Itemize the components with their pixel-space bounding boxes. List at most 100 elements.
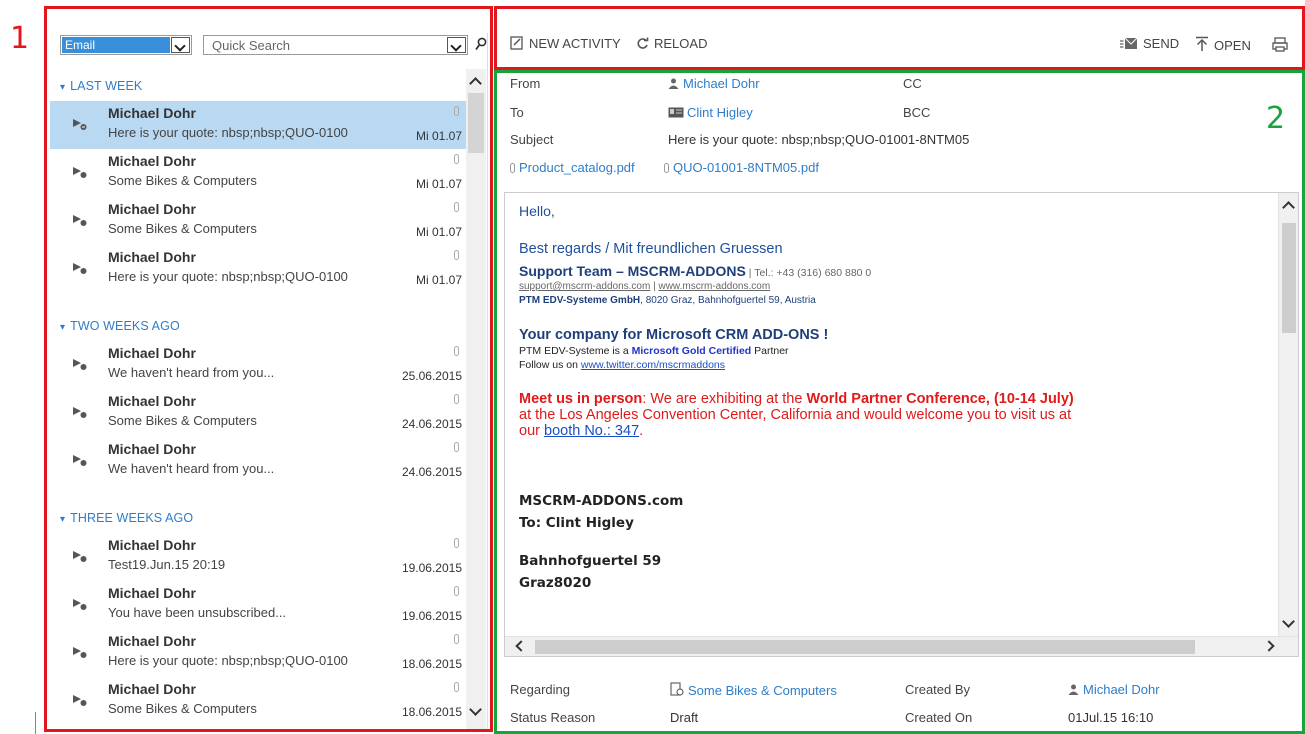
body-company-name: PTM EDV-Systeme GmbH	[519, 295, 641, 306]
send-button[interactable]: SEND	[1120, 36, 1179, 51]
email-subject: Test19.Jun.15 20:19	[108, 557, 226, 572]
attachment-icon	[454, 442, 459, 452]
scroll-down-icon[interactable]	[469, 703, 482, 716]
created-by-name: Michael Dohr	[1083, 682, 1160, 697]
to-name: Clint Higley	[687, 105, 753, 120]
scroll-up-icon[interactable]	[1282, 201, 1295, 214]
list-item[interactable]: Michael Dohr Some Bikes & Computers 24.0…	[50, 389, 466, 437]
body-telephone: | Tel.: +43 (316) 680 880 0	[745, 267, 872, 279]
email-date: 24.06.2015	[401, 465, 462, 479]
subject-label: Subject	[510, 132, 554, 147]
group-header-two-weeks-ago[interactable]: TWO WEEKS AGO	[60, 319, 180, 337]
signature-company: MSCRM-ADDONS.com	[519, 493, 684, 509]
body-address: PTM EDV-Systeme GmbH, 8020 Graz, Bahnhof…	[519, 295, 816, 306]
list-item[interactable]: Michael Dohr Here is your quote: nbsp;nb…	[50, 245, 466, 293]
annotation-label-1: 1	[10, 21, 30, 56]
email-list: LAST WEEK Michael Dohr Here is your quot…	[50, 69, 466, 729]
regarding-label: Regarding	[510, 682, 570, 697]
partner-prefix: PTM EDV-Systeme is a	[519, 345, 632, 357]
email-date: Mi 01.07	[415, 225, 462, 239]
email-detail-pane: From Michael Dohr CC To Clint Higley BCC…	[498, 72, 1301, 730]
email-sender: Michael Dohr	[108, 153, 196, 169]
send-label: SEND	[1143, 36, 1180, 51]
attachment-product-catalog[interactable]: Product_catalog.pdf	[510, 160, 635, 175]
website-link[interactable]: www.mscrm-addons.com	[658, 281, 770, 292]
list-scroll-thumb[interactable]	[468, 93, 484, 153]
entity-select[interactable]: Email	[60, 35, 192, 55]
email-body-frame[interactable]: Hello, Best regards / Mit freundlichen G…	[504, 192, 1299, 657]
booth-link[interactable]: booth No.: 347	[544, 423, 639, 439]
email-activity-icon	[73, 263, 87, 274]
status-reason-label: Status Reason	[510, 710, 596, 725]
to-value[interactable]: Clint Higley	[668, 105, 753, 120]
list-item[interactable]: Michael Dohr Test19.Jun.15 20:19 19.06.2…	[50, 533, 466, 581]
attachment-quote-pdf[interactable]: QUO-01001-8NTM05.pdf	[664, 160, 819, 175]
created-by-value[interactable]: Michael Dohr	[1068, 682, 1160, 697]
print-icon[interactable]	[1272, 37, 1288, 52]
search-icon[interactable]	[475, 37, 487, 53]
list-item[interactable]: Michael Dohr You have been unsubscribed.…	[50, 581, 466, 629]
email-sender: Michael Dohr	[108, 633, 196, 649]
email-subject: Some Bikes & Computers	[108, 173, 257, 188]
list-item[interactable]: Michael Dohr We haven't heard from you..…	[50, 437, 466, 485]
chevron-down-icon[interactable]	[171, 37, 190, 53]
body-follow-line: Follow us on www.twitter.com/mscrmaddons	[519, 359, 725, 371]
regarding-value[interactable]: Some Bikes & Computers	[670, 682, 837, 698]
user-icon	[1068, 684, 1079, 695]
body-horizontal-scrollbar[interactable]	[505, 636, 1298, 656]
to-label: To	[510, 105, 524, 120]
email-subject: We haven't heard from you...	[108, 461, 275, 476]
chevron-down-icon[interactable]	[447, 37, 466, 53]
email-sender: Michael Dohr	[108, 201, 196, 217]
reload-label: RELOAD	[654, 36, 708, 51]
group-header-last-week[interactable]: LAST WEEK	[60, 79, 142, 97]
email-date: 18.06.2015	[401, 705, 462, 719]
email-activity-icon	[73, 455, 87, 466]
group-header-three-weeks-ago[interactable]: THREE WEEKS AGO	[60, 511, 193, 529]
body-tagline: Your company for Microsoft CRM ADD-ONS !	[519, 327, 829, 343]
email-list-pane: Email LAST WEEK Michael Dohr Here is you…	[50, 33, 488, 729]
email-activity-icon	[73, 599, 87, 610]
new-activity-icon	[510, 36, 523, 50]
body-hscroll-thumb[interactable]	[535, 640, 1195, 654]
from-value[interactable]: Michael Dohr	[668, 76, 760, 91]
new-activity-button[interactable]: NEW ACTIVITY	[510, 36, 621, 51]
created-on-label: Created On	[905, 710, 973, 725]
scroll-down-icon[interactable]	[1282, 615, 1295, 628]
email-sender: Michael Dohr	[108, 681, 196, 697]
body-vertical-scrollbar[interactable]	[1278, 193, 1298, 638]
follow-prefix: Follow us on	[519, 359, 581, 371]
new-activity-label: NEW ACTIVITY	[529, 36, 621, 51]
cc-label: CC	[903, 76, 922, 91]
support-email-link[interactable]: support@mscrm-addons.com	[519, 281, 650, 292]
open-button[interactable]: OPEN	[1195, 36, 1251, 53]
body-scroll-thumb[interactable]	[1282, 223, 1296, 333]
list-item[interactable]: Michael Dohr We haven't heard from you..…	[50, 341, 466, 389]
quick-search-box[interactable]	[203, 35, 468, 55]
open-icon	[1196, 36, 1208, 51]
reload-button[interactable]: RELOAD	[636, 36, 707, 51]
email-sender: Michael Dohr	[108, 585, 196, 601]
attachment-icon	[454, 202, 459, 212]
list-item[interactable]: Michael Dohr Some Bikes & Computers Mi 0…	[50, 197, 466, 245]
paperclip-icon	[664, 163, 669, 173]
list-item[interactable]: Michael Dohr Here is your quote: nbsp;nb…	[50, 101, 466, 149]
email-activity-icon	[73, 359, 87, 370]
list-item[interactable]: Michael Dohr Some Bikes & Computers Mi 0…	[50, 149, 466, 197]
list-item[interactable]: Michael Dohr Here is your quote: nbsp;nb…	[50, 629, 466, 677]
email-sender: Michael Dohr	[108, 105, 196, 121]
signature-recipient: To: Clint Higley	[519, 515, 634, 531]
attachment-name: QUO-01001-8NTM05.pdf	[673, 160, 819, 175]
attachment-icon	[454, 250, 459, 260]
body-partner-line: PTM EDV-Systeme is a Microsoft Gold Cert…	[519, 345, 789, 357]
email-activity-icon	[73, 551, 87, 562]
scroll-up-icon[interactable]	[469, 77, 482, 90]
list-item[interactable]: Michael Dohr Some Bikes & Computers 18.0…	[50, 677, 466, 725]
list-scrollbar[interactable]	[466, 69, 486, 729]
scroll-right-icon[interactable]	[1263, 640, 1275, 652]
quick-search-input[interactable]	[204, 36, 434, 54]
twitter-link[interactable]: www.twitter.com/mscrmaddons	[581, 359, 725, 371]
email-subject: You have been unsubscribed...	[108, 605, 287, 620]
scroll-left-icon[interactable]	[515, 640, 527, 652]
email-subject: We haven't heard from you...	[108, 365, 275, 380]
